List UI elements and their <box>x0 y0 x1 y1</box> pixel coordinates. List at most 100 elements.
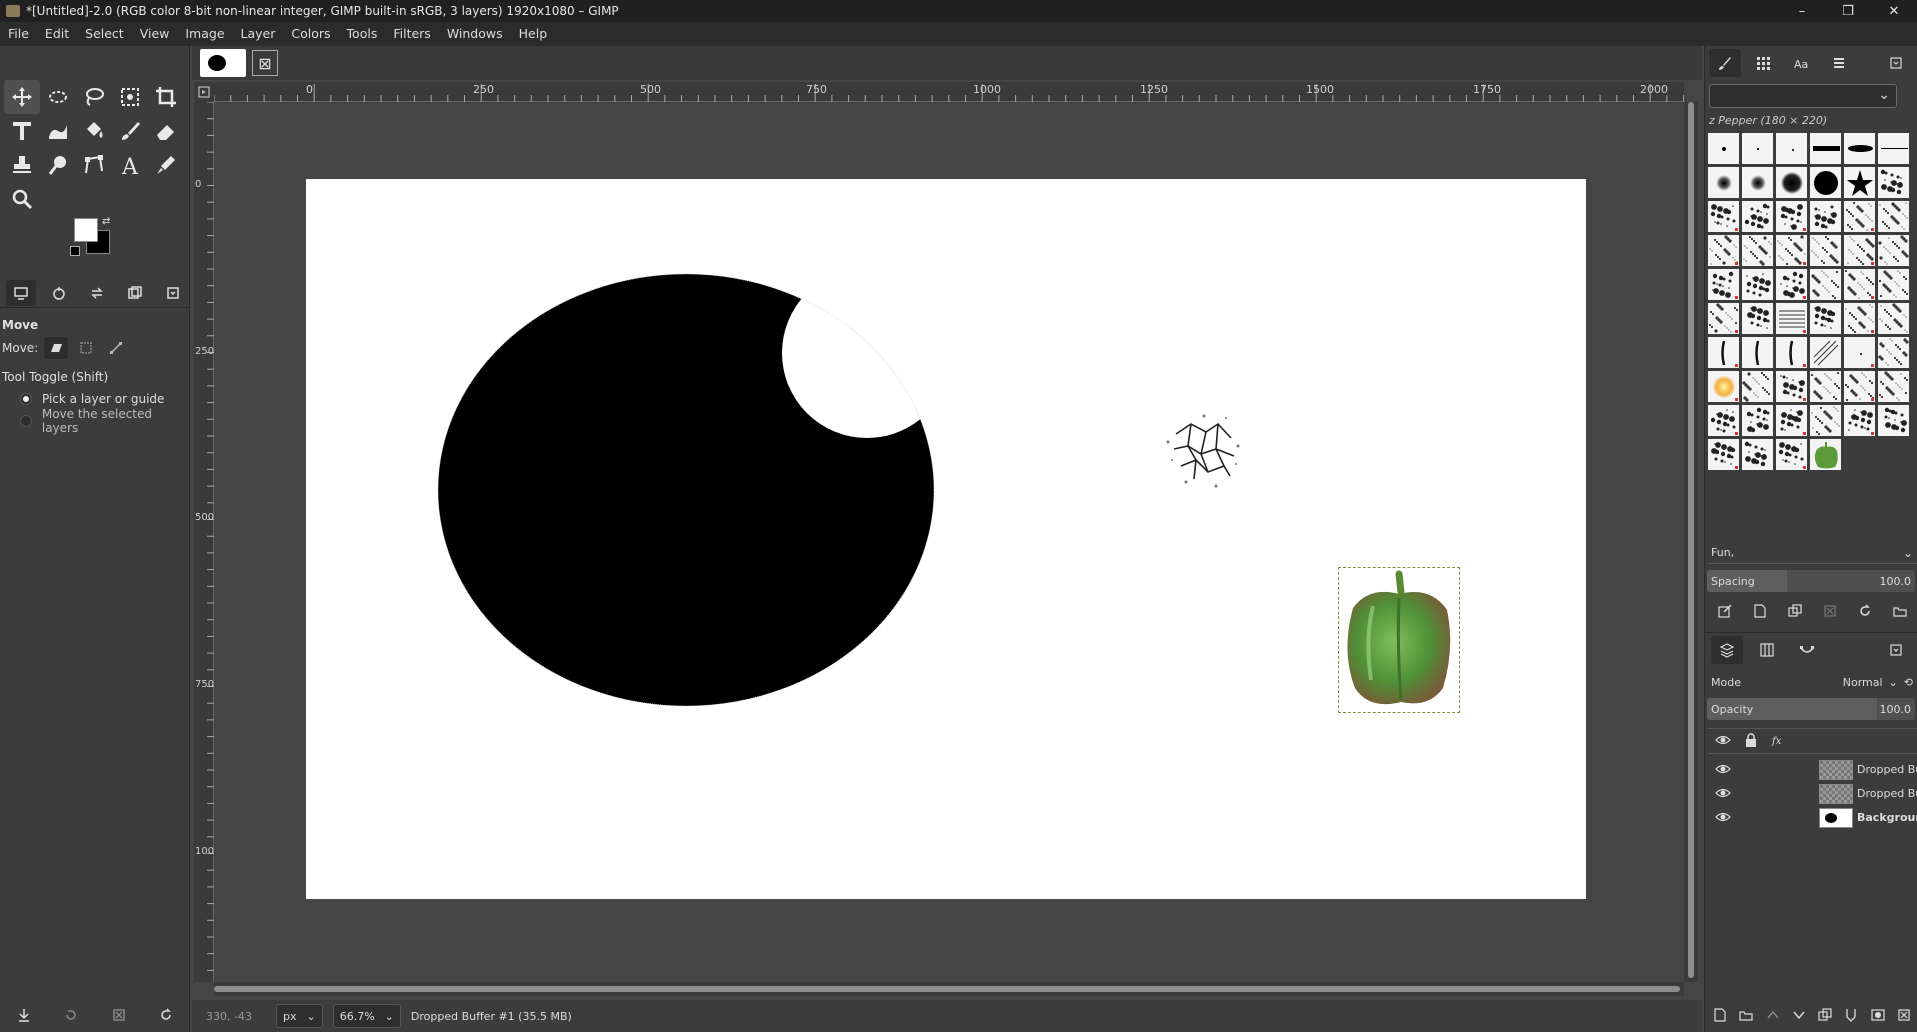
brush-thumbnail[interactable] <box>1741 404 1774 437</box>
crop-icon[interactable] <box>148 80 184 114</box>
composite-mode-icon[interactable]: ⟲ <box>1904 676 1913 689</box>
brush-thumbnail[interactable] <box>1843 268 1876 301</box>
delete-tool-preset-icon[interactable] <box>111 1007 127 1026</box>
lock-icon[interactable] <box>1743 732 1759 751</box>
move-layer-mode-icon[interactable] <box>44 337 69 359</box>
effects-fx-icon[interactable]: fx <box>1771 732 1787 751</box>
unified-transform-icon[interactable] <box>4 114 40 148</box>
layer-row[interactable]: Background <box>1707 806 1917 830</box>
brush-thumbnail[interactable] <box>1809 268 1842 301</box>
fg-bg-colors[interactable]: ⇄ <box>70 216 118 264</box>
brush-thumbnail[interactable] <box>1809 166 1842 199</box>
brush-thumbnail[interactable] <box>1707 302 1740 335</box>
menu-layer[interactable]: Layer <box>233 22 284 46</box>
color-picker-icon[interactable] <box>148 148 184 182</box>
brush-thumbnail[interactable] <box>1877 302 1910 335</box>
brush-thumbnail[interactable] <box>1707 166 1740 199</box>
brush-thumbnail[interactable] <box>1775 234 1808 267</box>
brush-thumbnail[interactable] <box>1877 200 1910 233</box>
eye-icon[interactable] <box>1715 761 1735 780</box>
brush-thumbnail[interactable] <box>1707 336 1740 369</box>
tool-options-tab-icon[interactable] <box>6 279 36 306</box>
brush-thumbnail[interactable] <box>1741 200 1774 233</box>
menu-select[interactable]: Select <box>77 22 132 46</box>
smudge-icon[interactable] <box>40 148 76 182</box>
refresh-brushes-icon[interactable] <box>1857 603 1873 622</box>
layer-row[interactable]: Dropped Buffer #1 <box>1707 758 1917 782</box>
paintbrush-icon[interactable] <box>112 114 148 148</box>
configure-dock-icon[interactable] <box>1880 49 1912 77</box>
menu-colors[interactable]: Colors <box>283 22 338 46</box>
image-canvas[interactable] <box>306 179 1586 899</box>
close-button[interactable]: ✕ <box>1871 0 1917 22</box>
new-layer-icon[interactable] <box>1712 1007 1728 1026</box>
menu-image[interactable]: Image <box>177 22 232 46</box>
brush-thumbnail[interactable] <box>1877 234 1910 267</box>
brush-thumbnail[interactable] <box>1843 234 1876 267</box>
zoom-icon[interactable] <box>4 182 40 216</box>
layer-mask-icon[interactable] <box>1870 1007 1886 1026</box>
brush-thumbnail[interactable] <box>1775 268 1808 301</box>
move-selection-mode-icon[interactable] <box>74 337 98 359</box>
brush-thumbnail[interactable] <box>1775 336 1808 369</box>
brush-thumbnail[interactable] <box>1843 404 1876 437</box>
eye-icon[interactable] <box>1715 809 1735 828</box>
layer-opacity-slider[interactable]: Opacity 100.0 <box>1707 698 1915 720</box>
brush-thumbnail[interactable] <box>1877 268 1910 301</box>
brush-thumbnail[interactable] <box>1877 166 1910 199</box>
brush-thumbnail[interactable] <box>1775 302 1808 335</box>
brush-thumbnail[interactable] <box>1809 370 1842 403</box>
pepper-layer-boundary[interactable] <box>1338 567 1460 713</box>
brush-thumbnail[interactable] <box>1877 336 1910 369</box>
brush-thumbnail[interactable] <box>1741 336 1774 369</box>
brush-thumbnail[interactable] <box>1775 404 1808 437</box>
images-tab-icon[interactable] <box>120 280 150 306</box>
brush-tags-row[interactable]: Fun, ⌄ <box>1707 542 1917 564</box>
document-history-tab-icon[interactable] <box>1823 49 1855 77</box>
brush-thumbnail[interactable] <box>1741 438 1774 471</box>
reset-colors-icon[interactable] <box>70 246 80 256</box>
lower-layer-icon[interactable] <box>1791 1007 1807 1026</box>
layer-row[interactable]: Dropped Buffer <box>1707 782 1917 806</box>
duplicate-brush-icon[interactable] <box>1787 603 1803 622</box>
merge-layer-icon[interactable] <box>1843 1007 1859 1026</box>
brush-thumbnail[interactable] <box>1741 268 1774 301</box>
device-status-tab-icon[interactable] <box>44 280 74 306</box>
brush-thumbnail[interactable] <box>1741 302 1774 335</box>
delete-layer-icon[interactable] <box>1896 1007 1912 1026</box>
brushes-tab-icon[interactable] <box>1709 49 1741 77</box>
vertical-ruler[interactable]: 0 250 500 750 1000 <box>194 102 220 982</box>
brush-thumbnail[interactable] <box>1707 234 1740 267</box>
text-icon[interactable]: A <box>112 148 148 182</box>
brush-thumbnail[interactable] <box>1877 370 1910 403</box>
brush-thumbnail[interactable] <box>1707 132 1740 165</box>
menu-filters[interactable]: Filters <box>385 22 438 46</box>
brush-thumbnail[interactable] <box>1707 200 1740 233</box>
close-image-tab-icon[interactable]: ⊠ <box>252 50 278 76</box>
save-tool-preset-icon[interactable] <box>16 1007 32 1026</box>
horizontal-scrollbar[interactable] <box>214 982 1684 996</box>
brush-thumbnail[interactable] <box>1843 336 1876 369</box>
brush-thumbnail[interactable] <box>1809 234 1842 267</box>
duplicate-layer-icon[interactable] <box>1817 1007 1833 1026</box>
vertical-scrollbar[interactable] <box>1684 102 1698 982</box>
delete-brush-icon[interactable] <box>1822 603 1838 622</box>
chevron-down-icon[interactable]: ⌄ <box>1878 87 1890 103</box>
brush-thumbnail[interactable] <box>1775 370 1808 403</box>
eye-icon[interactable] <box>1715 785 1735 804</box>
channels-tab-icon[interactable] <box>1751 636 1783 664</box>
minimize-button[interactable]: – <box>1779 0 1825 22</box>
brush-thumbnail[interactable] <box>1809 404 1842 437</box>
menu-file[interactable]: File <box>0 22 37 46</box>
canvas-area[interactable] <box>214 102 1684 982</box>
brush-spacing-slider[interactable]: Spacing 100.0 <box>1707 570 1915 592</box>
image-tab-thumbnail[interactable] <box>200 49 246 77</box>
new-brush-icon[interactable] <box>1752 603 1768 622</box>
brush-thumbnail[interactable] <box>1775 200 1808 233</box>
restore-tool-preset-icon[interactable] <box>63 1007 79 1026</box>
layers-tab-icon[interactable] <box>1711 635 1743 664</box>
bucket-fill-icon[interactable] <box>76 114 112 148</box>
unit-select[interactable]: px ⌄ <box>276 1004 323 1028</box>
brush-thumbnail[interactable] <box>1809 438 1842 471</box>
foreground-color-swatch[interactable] <box>74 218 98 242</box>
